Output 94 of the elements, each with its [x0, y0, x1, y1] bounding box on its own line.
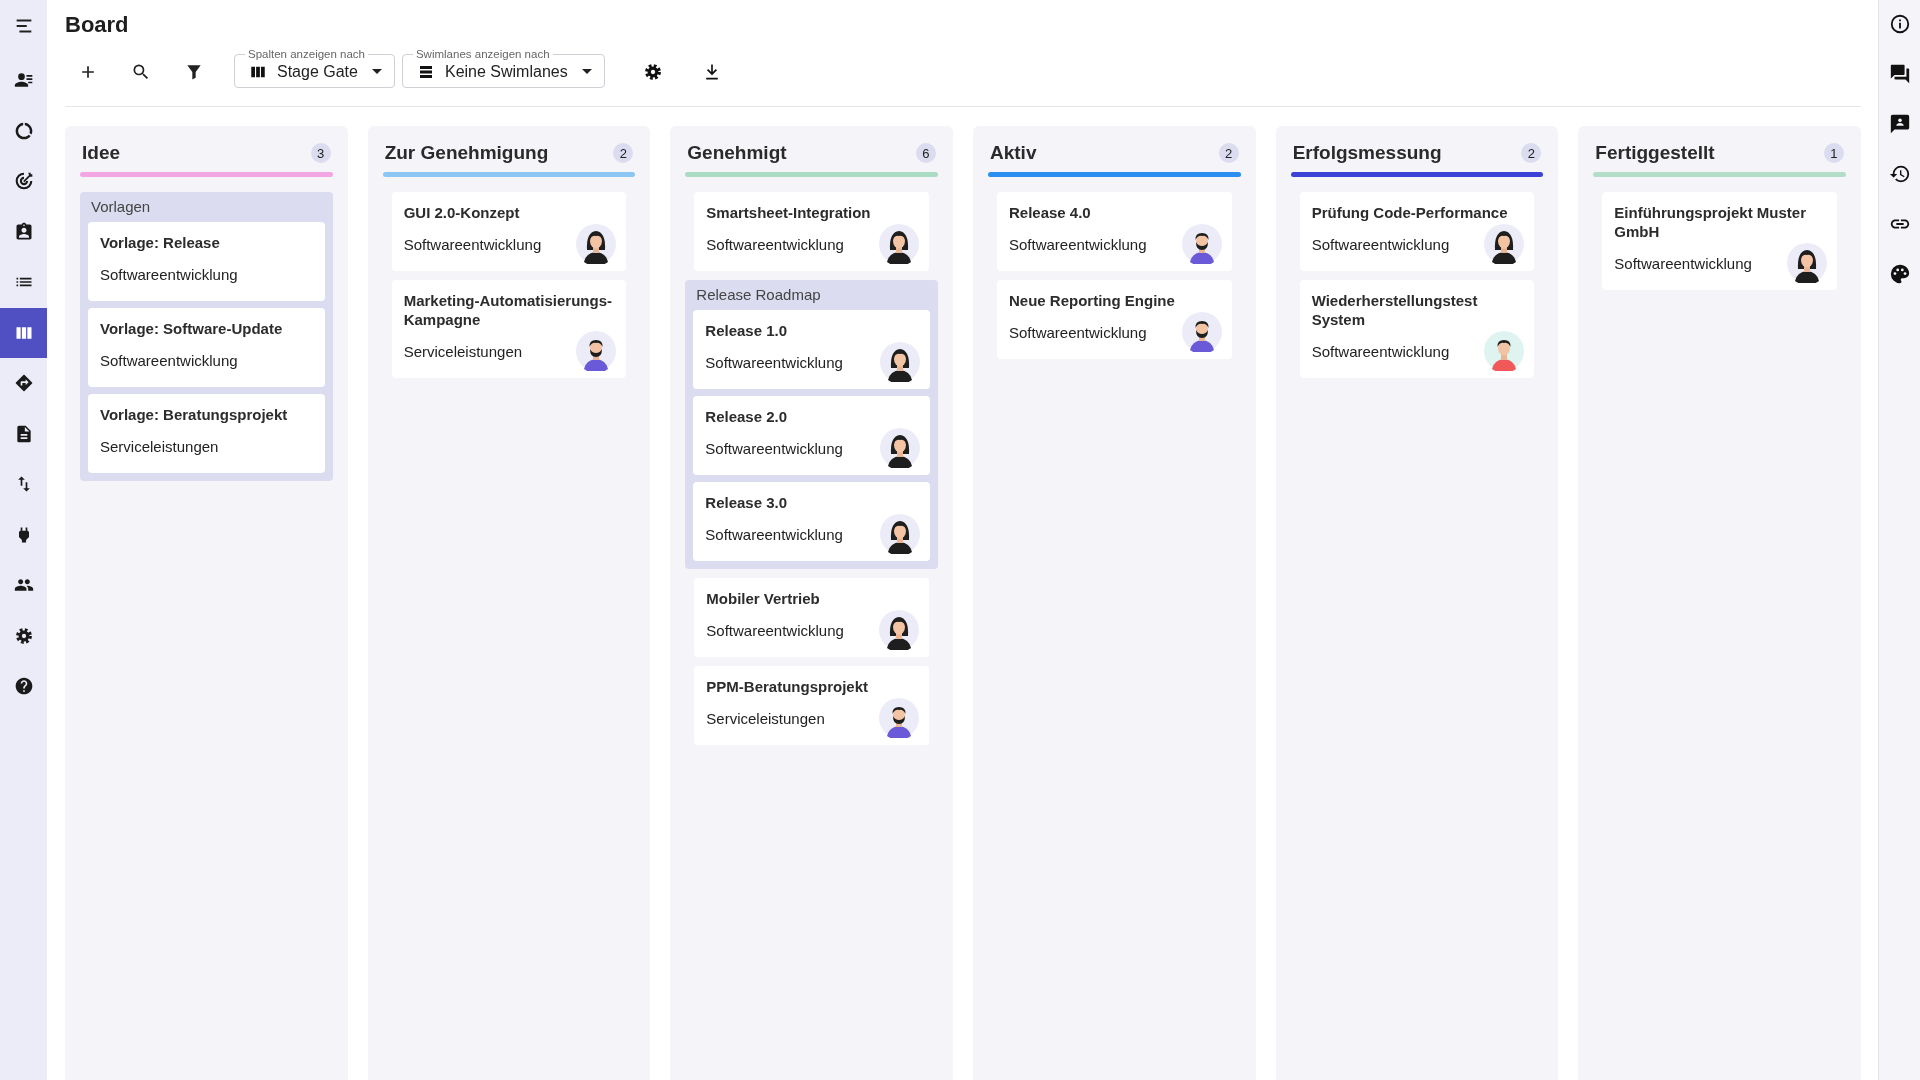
card-subtitle: Softwareentwicklung: [705, 439, 843, 457]
column-title: Zur Genehmigung: [384, 142, 549, 164]
card-subtitle: Softwareentwicklung: [403, 235, 542, 253]
card-title: Wiederherstellungstest System: [1311, 291, 1479, 329]
card-title: Vorlage: Beratungsprojekt: [100, 405, 289, 424]
count-badge: 3: [310, 143, 331, 163]
avatar-icon: [1787, 243, 1827, 283]
project-card[interactable]: Neue Reporting Engine Softwareentwicklung: [997, 280, 1232, 359]
avatar-icon: [880, 428, 920, 468]
donut-chart-icon: [13, 120, 34, 141]
card-title: Marketing-Automatisierungs-Kampagne: [403, 291, 613, 329]
column-title: Idee: [82, 142, 121, 164]
avatar-icon: [576, 224, 617, 264]
project-card[interactable]: Einführungsprojekt Muster GmbH Softwareentwicklung: [1602, 192, 1837, 290]
avatar-icon: [880, 342, 920, 382]
help-icon: [13, 676, 34, 697]
card-title: Neue Reporting Engine: [1009, 291, 1176, 310]
group-label: Vorlagen: [90, 198, 152, 215]
card-subtitle: Softwareentwicklung: [705, 525, 843, 543]
card-subtitle: Softwareentwicklung: [706, 621, 844, 639]
card-subtitle: Softwareentwicklung: [706, 235, 844, 253]
caret-icon: [371, 69, 382, 74]
count-badge: 2: [613, 143, 634, 163]
card-title: GUI 2.0-Konzept: [403, 203, 521, 222]
card-title: Prüfung Code-Performance: [1311, 203, 1509, 222]
chat-person-icon: [1888, 113, 1911, 135]
project-card[interactable]: Prüfung Code-Performance Softwareentwicklung: [1299, 192, 1535, 271]
chat-bubbles-icon: [1888, 63, 1911, 85]
card-subtitle: Softwareentwicklung: [1009, 323, 1147, 341]
card-title: Einführungsprojekt Muster GmbH: [1614, 203, 1807, 241]
project-card[interactable]: Vorlage: Release Softwareentwicklung: [88, 222, 325, 301]
project-card[interactable]: Release 4.0 Softwareentwicklung: [997, 192, 1232, 271]
avatar-icon: [879, 698, 919, 738]
column-title: Erfolgsmessung: [1292, 142, 1442, 164]
project-card[interactable]: PPM-Beratungsprojekt Serviceleistungen: [694, 666, 929, 745]
card-subtitle: Serviceleistungen: [100, 437, 219, 455]
swimlanes-dropdown[interactable]: Swimlanes anzeigen nach Keine Swimlanes: [401, 48, 605, 88]
avatar-icon: [880, 514, 920, 554]
settings-icon: [642, 62, 663, 82]
count-badge: 2: [1521, 143, 1542, 163]
history-icon: [1888, 163, 1911, 185]
card-subtitle: Serviceleistungen: [403, 342, 523, 360]
settings-icon: [13, 625, 34, 646]
card-title: Release 2.0: [705, 407, 789, 426]
nav-item[interactable]: [0, 307, 47, 358]
avatar-icon: [879, 610, 919, 650]
card-subtitle: Serviceleistungen: [706, 709, 825, 727]
project-card[interactable]: Release 2.0 Softwareentwicklung: [693, 396, 930, 475]
card-subtitle: Softwareentwicklung: [100, 265, 238, 283]
count-badge: 1: [1824, 143, 1844, 163]
card-title: Smartsheet-Integration: [706, 203, 872, 222]
column-title: Aktiv: [990, 142, 1037, 164]
card-subtitle: Softwareentwicklung: [1311, 342, 1450, 360]
project-card[interactable]: GUI 2.0-Konzept Softwareentwicklung: [391, 192, 627, 271]
card-subtitle: Softwareentwicklung: [100, 351, 238, 369]
filter-icon: [184, 62, 204, 82]
avatar-icon: [1181, 312, 1222, 352]
avatar-icon: [1484, 331, 1525, 371]
card-subtitle: Softwareentwicklung: [1614, 254, 1752, 272]
project-card[interactable]: Smartsheet-Integration Softwareentwicklung: [694, 192, 929, 271]
card-title: Vorlage: Release: [100, 233, 221, 252]
card-title: Release 3.0: [705, 493, 789, 512]
project-card[interactable]: Vorlage: Beratungsprojekt Serviceleistungen: [88, 394, 325, 473]
project-card[interactable]: Wiederherstellungstest System Softwareentwicklung: [1299, 280, 1535, 378]
column-title: Fertiggestellt: [1595, 142, 1715, 164]
group-label: Release Roadmap: [695, 286, 822, 303]
column-title: Genehmigt: [687, 142, 787, 164]
project-card[interactable]: Marketing-Automatisierungs-Kampagne Serviceleistungen: [391, 280, 627, 378]
avatar-icon: [879, 224, 919, 264]
project-card[interactable]: Release 1.0 Softwareentwicklung: [693, 310, 930, 389]
card-title: Release 4.0: [1009, 203, 1092, 222]
card-title: PPM-Beratungsprojekt: [706, 677, 870, 696]
card-title: Mobiler Vertrieb: [706, 589, 821, 608]
card-title: Vorlage: Software-Update: [100, 319, 284, 338]
info-icon: [1888, 13, 1911, 35]
project-card[interactable]: Release 3.0 Softwareentwicklung: [693, 482, 930, 561]
card-subtitle: Softwareentwicklung: [1311, 235, 1450, 253]
directions-icon: [13, 373, 34, 394]
page-title: Board: [65, 12, 130, 38]
columns-dropdown[interactable]: Spalten anzeigen nach Stage Gate: [234, 48, 395, 88]
project-card[interactable]: Mobiler Vertrieb Softwareentwicklung: [694, 578, 929, 657]
avatar-icon: [1484, 224, 1525, 264]
avatar-icon: [1181, 224, 1222, 264]
count-badge: 2: [1218, 143, 1239, 163]
card-subtitle: Softwareentwicklung: [705, 353, 843, 371]
search-icon: [131, 62, 151, 82]
card-subtitle: Softwareentwicklung: [1009, 235, 1147, 253]
count-badge: 6: [916, 143, 936, 163]
avatar-icon: [576, 331, 617, 371]
palette-icon: [1888, 263, 1911, 285]
project-card[interactable]: Vorlage: Software-Update Softwareentwicklung: [88, 308, 325, 387]
caret-icon: [581, 69, 592, 74]
target-icon: [13, 171, 34, 192]
card-title: Release 1.0: [705, 321, 789, 340]
